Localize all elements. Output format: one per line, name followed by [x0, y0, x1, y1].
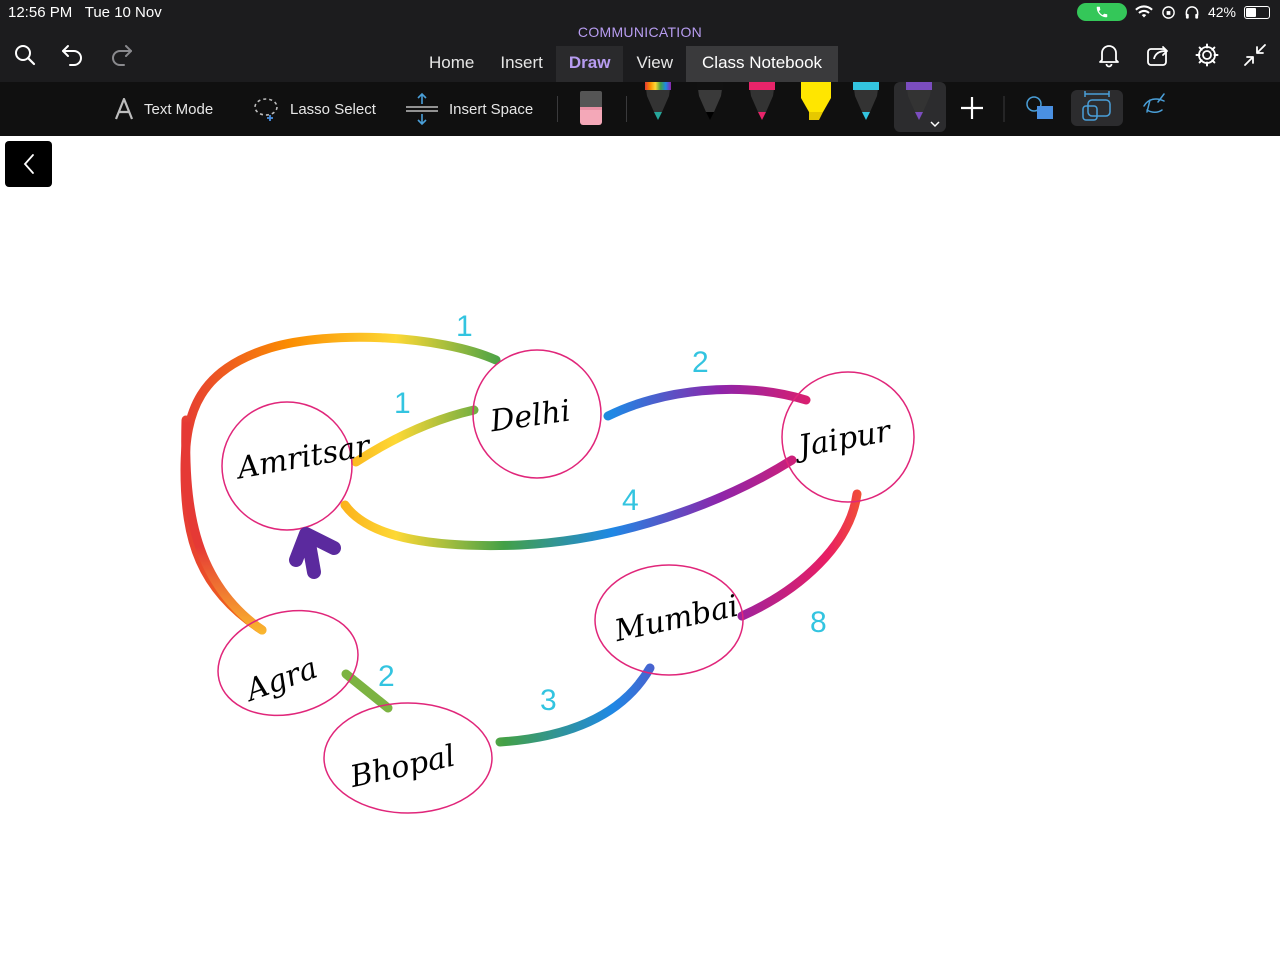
top-bar: 12:56 PM Tue 10 Nov 42% COMMUNICATION Ho…	[0, 0, 1280, 82]
pen-tray	[645, 82, 1165, 128]
route-amritsar-delhi	[351, 405, 479, 467]
tab-view[interactable]: View	[623, 46, 686, 82]
headphones-icon	[1185, 5, 1199, 19]
purple-arrow-scribble	[289, 527, 341, 579]
collapse-icon	[1244, 44, 1266, 66]
route-jaipur-mumbai	[737, 489, 862, 621]
pink-pen[interactable]	[749, 82, 775, 120]
clock: 12:56 PM	[8, 4, 73, 21]
tab-home[interactable]: Home	[416, 46, 487, 82]
status-time: 12:56 PM Tue 10 Nov	[8, 4, 162, 21]
route-amritsar-jaipur	[340, 455, 797, 551]
active-call-indicator[interactable]	[1076, 3, 1127, 21]
undo-icon	[62, 45, 82, 66]
ink-replay-icon[interactable]	[1143, 93, 1165, 113]
battery-percent: 42%	[1207, 4, 1236, 20]
orientation-lock-icon	[1162, 5, 1175, 19]
weight-bhopal-mumbai: 3	[540, 684, 557, 717]
rainbow-pen[interactable]	[645, 82, 671, 120]
wifi-icon	[1135, 5, 1153, 18]
phone-icon	[1096, 6, 1108, 18]
route-amritsar-agra-loop	[180, 332, 501, 635]
notifications-button[interactable]	[1094, 40, 1124, 70]
shapes-icon[interactable]	[1026, 96, 1053, 119]
yellow-highlighter[interactable]	[801, 82, 831, 120]
search-icon	[15, 45, 36, 66]
tab-draw[interactable]: Draw	[555, 46, 624, 82]
weight-agra-bhopal: 2	[378, 660, 395, 693]
route-bhopal-mumbai	[495, 663, 655, 747]
weight-amritsar-jaipur: 4	[622, 484, 639, 517]
weight-amritsar-delhi: 1	[394, 387, 411, 420]
status-right: 42%	[1076, 3, 1270, 21]
ribbon-tabs: Home Insert Draw View Class Notebook	[416, 46, 839, 82]
undo-button[interactable]	[58, 40, 88, 70]
search-button[interactable]	[10, 40, 40, 70]
bell-icon	[1099, 45, 1119, 68]
settings-button[interactable]	[1192, 40, 1222, 70]
redo-button[interactable]	[106, 40, 136, 70]
tab-insert[interactable]: Insert	[487, 46, 556, 82]
weight-amritsar-delhi-loop: 1	[456, 310, 473, 343]
label-amritsar: Amritsar	[232, 428, 374, 486]
chevron-down-icon	[930, 121, 940, 128]
share-icon	[1147, 46, 1168, 66]
weight-delhi-jaipur: 2	[692, 346, 709, 379]
black-pen[interactable]	[697, 82, 723, 120]
route-delhi-jaipur	[603, 384, 811, 421]
tab-class-notebook[interactable]: Class Notebook	[686, 46, 839, 82]
share-button[interactable]	[1143, 40, 1173, 70]
add-pen-button[interactable]	[961, 97, 983, 119]
redo-icon	[112, 45, 132, 66]
label-agra: Agra	[239, 651, 322, 710]
label-jaipur: Jaipur	[790, 414, 895, 466]
cyan-pen[interactable]	[853, 82, 879, 120]
collapse-button[interactable]	[1240, 40, 1270, 70]
date: Tue 10 Nov	[84, 4, 162, 21]
label-bhopal: Bhopal	[346, 739, 458, 796]
ink-to-shape-icon[interactable]	[1082, 91, 1111, 121]
battery-icon	[1244, 5, 1270, 19]
label-delhi: Delhi	[487, 394, 572, 440]
purple-pen[interactable]	[906, 82, 940, 128]
notebook-title: COMMUNICATION	[577, 24, 703, 40]
drawing-canvas[interactable]: Amritsar Delhi Jaipur Agra Bhopal Mumbai…	[0, 136, 1280, 960]
label-mumbai: Mumbai	[611, 589, 742, 649]
gear-icon	[1195, 43, 1219, 67]
edge-weights: 1 1 2 4 8 2 3	[378, 310, 827, 717]
weight-jaipur-mumbai: 8	[810, 606, 827, 639]
